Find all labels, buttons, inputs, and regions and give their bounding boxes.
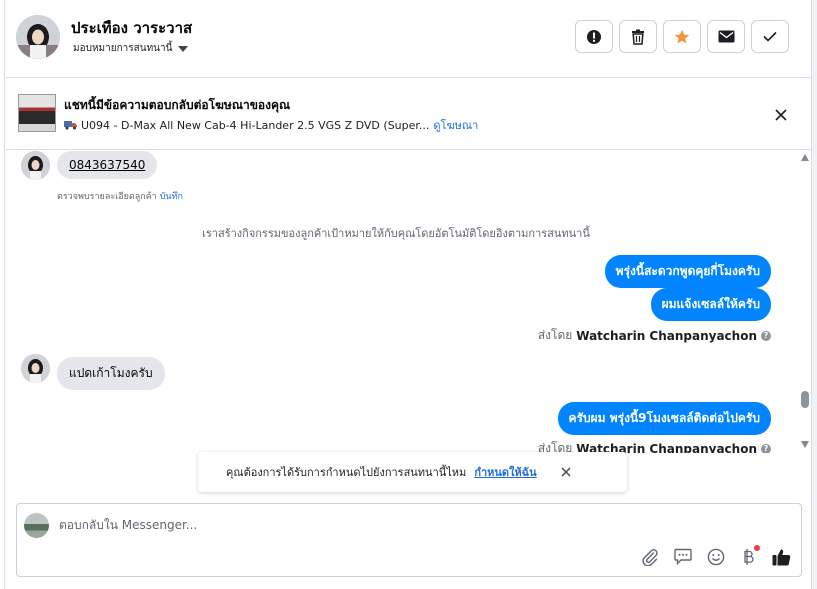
outgoing-message[interactable]: พรุ่งนี้สะดวกพูดคุยกี่โมงครับ: [604, 255, 771, 288]
message-thread: 0843637540 ตรวจพบรายละเอียดลูกค้า บันทึก…: [6, 150, 794, 453]
ad-banner-title: แชทนี้มีข้อความตอบกลับต่อโฆษณาของคุณ: [64, 98, 291, 112]
baht-icon: [743, 548, 754, 565]
conversation-header: ประเทือง วาระวาส มอบหมายการสนทนานี้: [6, 0, 811, 78]
reminder-text: คุณต้องการได้รับการกำหนดไปยังการสนทนานี้…: [226, 466, 467, 479]
incoming-message[interactable]: แปดเก้าโมงครับ: [57, 357, 165, 390]
assign-label: มอบหมายการสนทนานี้: [73, 43, 173, 54]
saved-replies-button[interactable]: [671, 545, 694, 568]
mark-spam-button[interactable]: [575, 20, 613, 53]
notification-dot: [754, 545, 760, 551]
contact-avatar-image: [16, 15, 60, 59]
ad-product-line: U094 - D-Max All New Cab-4 Hi-Lander 2.5…: [64, 116, 478, 134]
contact-avatar-image: [21, 354, 50, 383]
sent-by-label: ส่งโดย: [537, 441, 573, 453]
outgoing-message[interactable]: ครับผม พรุ่งนี้9โมงเซลล์ติดต่อไปครับ: [557, 402, 771, 435]
header-action-buttons: [575, 20, 789, 53]
phone-number[interactable]: 0843637540: [69, 158, 145, 172]
mark-unread-button[interactable]: [707, 20, 745, 53]
delete-button[interactable]: [619, 20, 657, 53]
sent-by-label: ส่งโดย: [537, 328, 573, 342]
reply-input[interactable]: [59, 514, 759, 536]
contact-name: ประเทือง วาระวาส: [71, 19, 193, 37]
system-message: เราสร้างกิจกรรมของลูกค้าเป้าหมายให้กับคุ…: [202, 227, 590, 240]
contact-avatar-small[interactable]: [21, 354, 50, 383]
right-frame-edge: [811, 0, 817, 589]
help-icon[interactable]: ?: [761, 443, 771, 453]
caret-down-icon: [178, 45, 189, 52]
detail-note-text: ตรวจพบรายละเอียดลูกค้า: [57, 192, 157, 202]
scrollbar-thumb[interactable]: [801, 391, 809, 408]
customer-detail-note: ตรวจพบรายละเอียดลูกค้า บันทึก: [57, 189, 183, 203]
outgoing-message[interactable]: ผมแจ้งเซลล์ให้ครับ: [650, 288, 771, 321]
smiley-icon: [707, 548, 724, 565]
star-button[interactable]: [663, 20, 701, 53]
thumbs-up-icon: [772, 549, 791, 566]
page-avatar: [24, 513, 49, 538]
view-ad-link[interactable]: ดูโฆษณา: [433, 116, 478, 134]
envelope-icon: [718, 30, 734, 43]
mark-done-button[interactable]: [751, 20, 789, 53]
contact-avatar[interactable]: [16, 15, 60, 59]
chat-bubble-icon: [673, 548, 692, 565]
ad-thumbnail[interactable]: [18, 94, 56, 132]
ad-reply-banner: แชทนี้มีข้อความตอบกลับต่อโฆษณาของคุณ U09…: [6, 79, 811, 150]
truck-icon: [64, 121, 77, 130]
payment-button[interactable]: [737, 545, 760, 568]
composer-tools: [638, 545, 793, 568]
scroll-up-arrow[interactable]: [801, 154, 809, 161]
attach-file-button[interactable]: [638, 545, 661, 568]
scroll-down-arrow[interactable]: [801, 441, 809, 448]
save-details-link[interactable]: บันทึก: [160, 192, 183, 202]
message-composer: [16, 503, 802, 577]
contact-avatar-image: [21, 151, 50, 180]
alert-circle-icon: [587, 29, 601, 44]
close-toast-button[interactable]: [559, 465, 573, 479]
assign-reminder-toast: คุณต้องการได้รับการกำหนดไปยังการสนทนานี้…: [198, 452, 627, 492]
paperclip-icon: [641, 548, 658, 566]
trash-icon: [632, 29, 644, 45]
emoji-button[interactable]: [704, 545, 727, 568]
sent-by-line: ส่งโดย Watcharin Chanpanyachon ?: [538, 326, 771, 345]
assign-to-me-link[interactable]: กำหนดให้ฉัน: [474, 463, 536, 481]
ad-product-name: U094 - D-Max All New Cab-4 Hi-Lander 2.5…: [81, 118, 430, 132]
close-icon: [561, 467, 571, 477]
check-icon: [763, 31, 777, 42]
like-button[interactable]: [770, 545, 793, 568]
sent-by-line: ส่งโดย Watcharin Chanpanyachon ?: [538, 439, 771, 453]
star-icon: [674, 29, 690, 43]
close-icon: [775, 109, 787, 121]
close-banner-button[interactable]: [771, 105, 791, 125]
assign-conversation-dropdown[interactable]: มอบหมายการสนทนานี้: [73, 41, 189, 56]
contact-avatar-small[interactable]: [21, 151, 50, 180]
sender-name: Watcharin Chanpanyachon: [576, 328, 757, 343]
incoming-message-phone[interactable]: 0843637540: [57, 151, 158, 179]
left-frame-edge: [0, 0, 5, 589]
help-icon[interactable]: ?: [761, 330, 771, 341]
